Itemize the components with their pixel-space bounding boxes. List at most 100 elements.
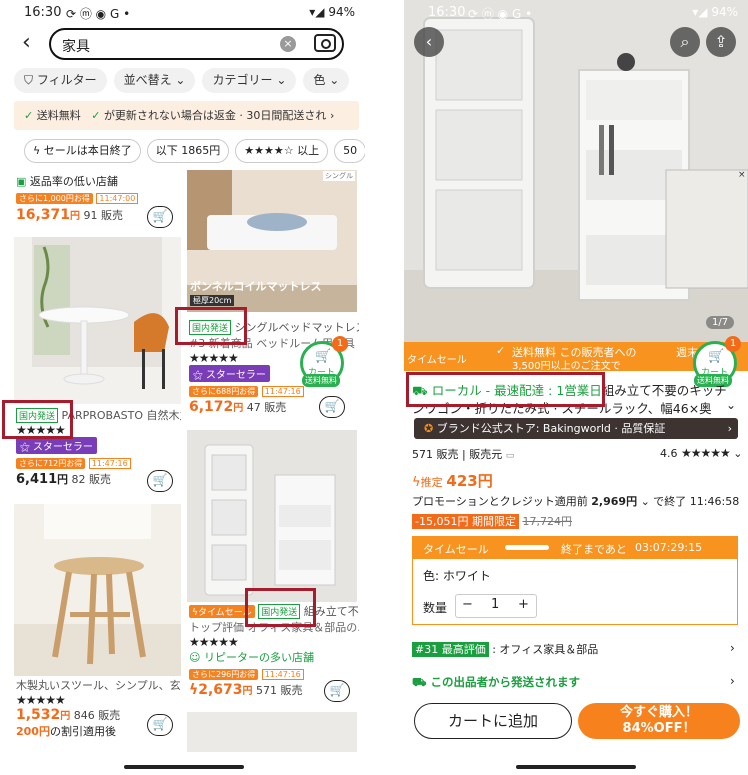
battery-level: ▾◢ 94% [692,5,738,19]
share-icon[interactable]: ⇪ [706,27,736,57]
back-arrow-icon[interactable]: ‹ [22,30,31,55]
pill-more[interactable]: 50 [334,139,365,163]
quantity-stepper[interactable]: − 1 + [455,594,537,618]
bolt-icon: ϟ [412,475,421,490]
chevron-right-icon: › [329,109,335,122]
minus-button[interactable]: − [462,597,473,612]
clear-icon[interactable]: × [280,36,296,52]
home-indicator[interactable] [516,765,636,769]
chevron-down-icon: ⌄ [171,73,186,87]
product-image-rack[interactable] [187,430,357,602]
estimated-price: ϟ推定 423円 [412,472,493,490]
home-indicator[interactable] [124,765,244,769]
quick-filter-pills: ϟ セールは本日終了 以下 1865円 ★★★★☆ 以上 50 [24,139,365,163]
star-seller-icon: ⚝ [20,442,33,453]
plus-button[interactable]: + [518,597,529,612]
sku-panel: タイムセール 終了まであと 03:07:29:15 色: ホワイト 数量 − 1… [412,536,738,625]
search-query[interactable]: 家具 [62,36,90,56]
sale-label: タイムセール [407,355,467,366]
buy-now-button[interactable]: 今すぐ購入！ 84%OFF！ [578,703,740,739]
filter-chip-sort[interactable]: 並べ替え ⌄ [113,68,196,93]
price: 6,411円 [16,472,68,487]
sold-and-seller[interactable]: 571 販売 | 販売元 ▭ [412,446,514,462]
funnel-icon: ⛉ [24,73,37,87]
category-rank[interactable]: #31 最高評価 : オフィス家具＆部品 [412,641,598,657]
battery-level: ▾◢ 94% [309,5,355,19]
sold-count: 846 販売 [73,709,121,722]
check-icon: ✓ [496,344,506,357]
camera-icon[interactable] [314,34,336,52]
deal-badge: さらに1,000円お得 [16,193,93,204]
star-seller-icon: ⚝ [193,370,206,381]
cart-icon: 🛒 [708,349,725,364]
countdown-time: 03:07:29:15 [635,541,703,554]
product-image-stool[interactable] [14,504,181,676]
deal-badge: さらに712円お得 [16,458,86,469]
filter-chip-filter[interactable]: ⛉ フィルター [14,68,107,93]
cart-count: 1 [332,336,348,352]
add-to-cart-icon[interactable]: 🛒 [147,714,173,736]
deal-badge: さらに688円お得 [189,386,259,397]
cart-icon: 🛒 [315,349,332,364]
close-mini-video-icon[interactable]: × [738,170,748,180]
chevron-down-icon: ⌄ [733,447,743,460]
search-row: ‹ 家具 × [0,28,365,60]
quantity-value[interactable]: 1 [491,597,499,612]
sold-count: 571 販売 [256,684,303,697]
size-label: 極厚20cm [190,295,235,306]
back-arrow-icon[interactable]: ‹ [414,27,444,57]
add-to-cart-icon[interactable]: 🛒 [147,206,173,228]
status-time: 16:30 [24,5,62,20]
deal-timer: 11:47:16 [88,458,131,469]
highlight-box [406,372,605,407]
limited-discount: -15,051円 期間限定 17,724円 [412,513,572,529]
timesale-countdown-bar: タイムセール 終了まであと 03:07:29:15 [413,537,737,559]
rating-summary[interactable]: 4.6 ★★★★★ ⌄ [660,446,743,460]
product-image-mattress[interactable]: シングル ボンネルコイルマットレス 極厚20cm [187,170,357,312]
sale-text-2: 3,500円以上のご注文で [512,361,621,372]
filter-chip-color[interactable]: 色 ⌄ [303,68,350,93]
table-illustration [14,237,181,404]
add-to-cart-icon[interactable]: 🛒 [319,396,345,418]
free-shipping-badge: 送料無料 [302,374,340,387]
brand-icon: ✪ [424,422,437,435]
repeat-store-label: ☺ リピーターの多い店舗 [189,651,314,664]
size-tag: シングル [323,171,355,181]
search-icon[interactable]: ⌕ [670,27,700,57]
color-selector[interactable]: 色: ホワイト [423,567,491,584]
sold-count: 91 販売 [83,209,124,222]
highlight-box [175,307,247,345]
price: ϟ2,673円 [189,682,253,698]
store-icon: ▣ [16,175,27,188]
status-bar: 16:30 ⟳ ⓜ ◉ G • ▾◢ 94% [0,0,365,26]
pill-rating[interactable]: ★★★★☆ 以上 [235,139,329,163]
chevron-right-icon: › [727,422,732,435]
product-image-carousel[interactable]: ‹ ⌕ ⇪ × 1/7 16:30 ⟳ ⓜ ◉ G • ▾◢ 94% [404,0,748,342]
product-image-table[interactable] [14,237,181,404]
chevron-right-icon[interactable]: › [730,641,735,655]
add-to-cart-icon[interactable]: 🛒 [324,680,350,702]
product-image-next[interactable] [187,712,357,752]
ship-from-seller[interactable]: ⛟ この出品者から発送されます [412,674,580,691]
chevron-right-icon[interactable]: › [730,674,735,688]
pill-sale-today[interactable]: ϟ セールは本日終了 [24,139,141,163]
wifi-signal-icon: ▾◢ [309,5,329,19]
discount-note: の割引適用後 [49,725,116,738]
add-to-cart-button[interactable]: カートに追加 [414,703,572,739]
status-bar: 16:30 ⟳ ⓜ ◉ G • ▾◢ 94% [404,0,748,26]
brand-store-bar[interactable]: ✪ ブランド公式ストア: Bakingworld · 品質保証 › [414,418,738,439]
timesale-label: タイムセール [423,543,489,556]
pill-price[interactable]: 以下 1865円 [146,139,230,163]
search-input[interactable]: 家具 × [49,28,344,60]
rating-stars: ★★★★★ [16,693,66,707]
buy-now-label: 今すぐ購入！ [619,705,698,720]
filter-chip-category[interactable]: カテゴリー ⌄ [202,68,297,93]
buy-now-sub: 84%OFF！ [622,721,696,736]
image-pager: 1/7 [706,316,735,329]
filter-chips: ⛉ フィルター 並べ替え ⌄ カテゴリー ⌄ 色 ⌄ [14,68,350,93]
add-to-cart-icon[interactable]: 🛒 [147,470,173,492]
stool-illustration [14,504,181,676]
free-shipping-banner[interactable]: ✓ 送料無料 ✓ が更新されない場合は返金 · 30日間配送され › [14,101,359,130]
chevron-down-icon[interactable]: ⌄ [726,398,736,412]
product-title: PARPROBASTO 自然木丸テーブル [61,409,181,422]
